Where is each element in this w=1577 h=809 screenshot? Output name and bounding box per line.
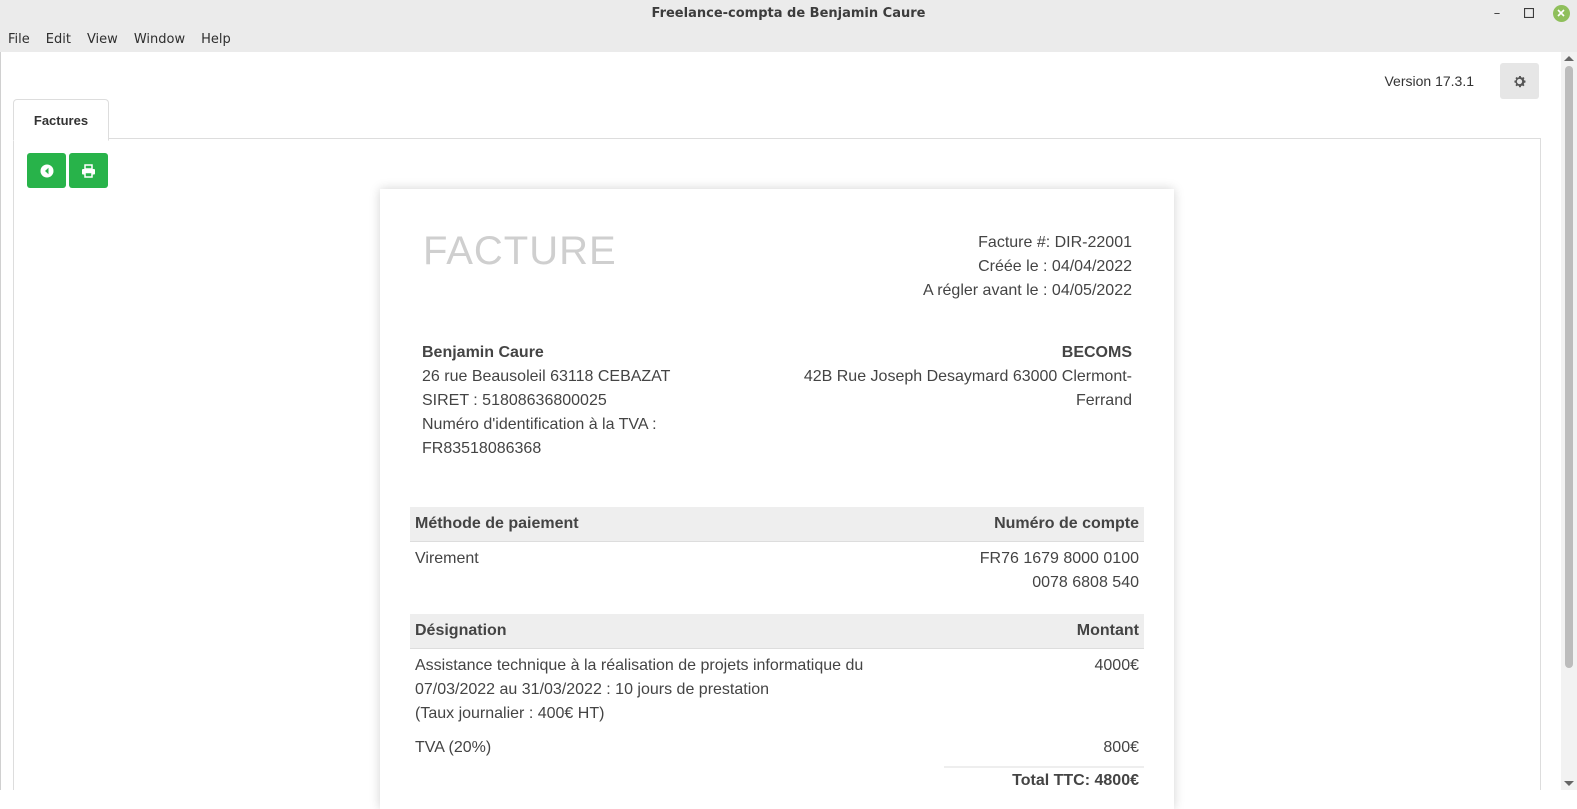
invoice-created-date: Créée le : 04/04/2022	[978, 258, 1132, 275]
close-icon[interactable]	[1545, 0, 1577, 26]
tva-label: TVA (20%)	[415, 739, 492, 756]
items-table: Désignation Montant Assistance technique…	[410, 614, 1144, 765]
maximize-icon[interactable]	[1513, 0, 1545, 26]
invoice-total: Total TTC: 4800€	[1012, 772, 1139, 789]
table-row: Assistance technique à la réalisation de…	[410, 649, 1144, 732]
print-button[interactable]	[69, 153, 108, 188]
back-button[interactable]	[27, 153, 66, 188]
designation-header: Désignation	[410, 614, 880, 649]
account-number-header: Numéro de compte	[954, 507, 1144, 542]
client-block: BECOMS 42B Rue Joseph Desaymard 63000 Cl…	[792, 341, 1132, 413]
item-rate: (Taux journalier : 400€ HT)	[415, 705, 605, 722]
issuer-address: 26 rue Beausoleil 63118 CEBAZAT	[422, 368, 671, 385]
issuer-block: Benjamin Caure 26 rue Beausoleil 63118 C…	[422, 341, 722, 461]
issuer-vat-number: FR83518086368	[422, 440, 542, 457]
scroll-up-icon[interactable]	[1564, 56, 1574, 61]
window-titlebar: Freelance-compta de Benjamin Caure –	[0, 0, 1577, 26]
menu-file[interactable]: File	[0, 26, 38, 52]
payment-method: Virement	[415, 550, 479, 567]
invoice-number: Facture #: DIR-22001	[978, 234, 1132, 251]
issuer-siret: SIRET : 51808636800025	[422, 392, 607, 409]
gear-icon	[1514, 75, 1526, 87]
invoice-paper: FACTURE Facture #: DIR-22001 Créée le : …	[380, 189, 1174, 809]
item-amount: 4000€	[1094, 657, 1140, 674]
client-name: BECOMS	[1061, 344, 1132, 361]
version-label: Version 17.3.1	[1384, 73, 1474, 89]
client-address: 42B Rue Joseph Desaymard 63000 Clermont-…	[803, 368, 1132, 409]
payment-method-header: Méthode de paiement	[410, 507, 954, 542]
window-title: Freelance-compta de Benjamin Caure	[651, 5, 926, 21]
arrow-left-circle-icon	[40, 164, 53, 177]
menu-edit[interactable]: Edit	[38, 26, 79, 52]
invoice-due-date: A régler avant le : 04/05/2022	[922, 282, 1132, 299]
menu-help[interactable]: Help	[193, 26, 239, 52]
account-number: FR76 1679 8000 0100 0078 6808 540	[979, 550, 1139, 591]
window-controls: –	[1481, 0, 1577, 26]
menu-bar: File Edit View Window Help	[0, 26, 1577, 52]
tab-factures[interactable]: Factures	[13, 99, 109, 141]
invoice-heading: FACTURE	[423, 229, 617, 273]
total-divider	[944, 766, 1144, 768]
print-icon	[82, 163, 95, 178]
minimize-icon[interactable]: –	[1481, 0, 1513, 26]
app-content: Version 17.3.1 Factures FACTURE Facture …	[0, 52, 1562, 809]
settings-button[interactable]	[1500, 63, 1539, 99]
menu-window[interactable]: Window	[126, 26, 193, 52]
issuer-vat-label: Numéro d'identification à la TVA :	[422, 416, 657, 433]
invoice-meta: Facture #: DIR-22001 Créée le : 04/04/20…	[923, 231, 1132, 303]
menu-view[interactable]: View	[79, 26, 126, 52]
amount-header: Montant	[880, 614, 1144, 649]
tva-amount: 800€	[1103, 739, 1139, 756]
table-row: Virement FR76 1679 8000 0100 0078 6808 5…	[410, 542, 1144, 601]
scroll-thumb[interactable]	[1565, 66, 1573, 668]
payment-table: Méthode de paiement Numéro de compte Vir…	[410, 507, 1144, 600]
vertical-scrollbar[interactable]	[1561, 52, 1577, 790]
issuer-name: Benjamin Caure	[422, 344, 544, 361]
item-description: Assistance technique à la réalisation de…	[415, 657, 864, 698]
table-row: TVA (20%) 800€	[410, 731, 1144, 765]
scroll-down-icon[interactable]	[1564, 781, 1574, 786]
